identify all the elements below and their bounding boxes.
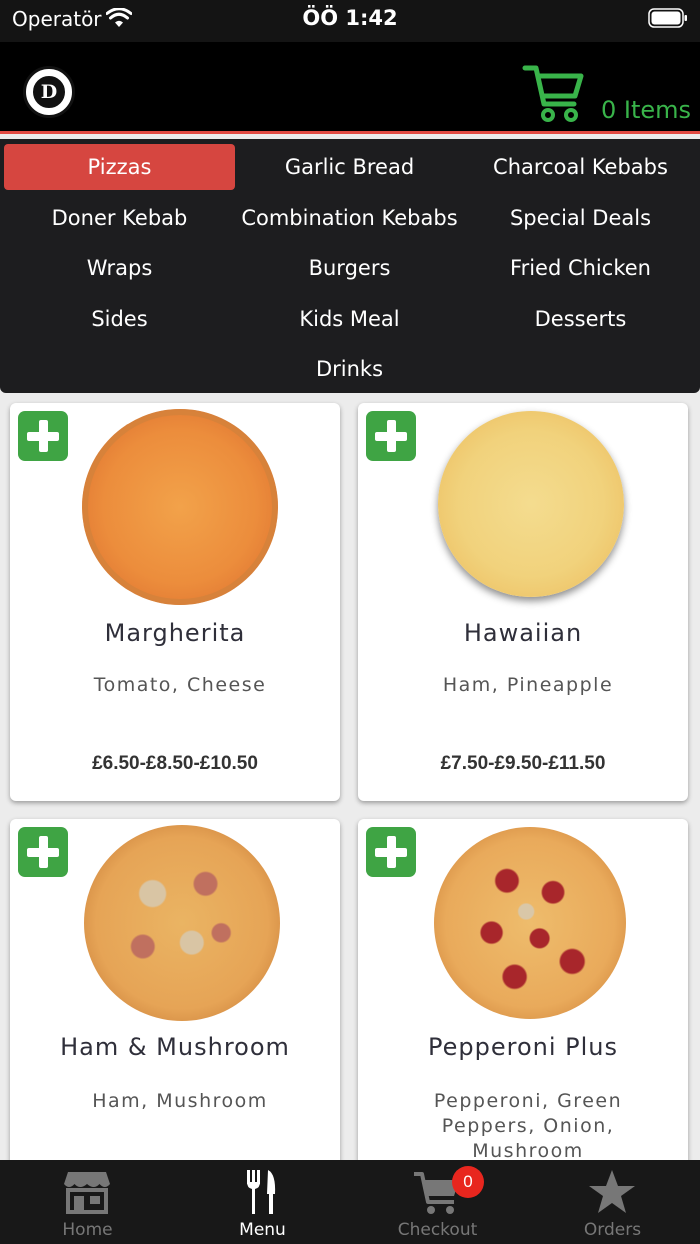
tab-label: Orders: [583, 1220, 642, 1240]
tab-menu[interactable]: Menu: [175, 1160, 350, 1244]
status-bar: Operatör ÖÖ 1:42: [0, 0, 700, 42]
product-name: Ham & Mushroom: [60, 1033, 290, 1061]
bottom-tab-bar: Home Menu Checkout Orders: [0, 1160, 700, 1244]
product-price: £6.50-£8.50-£10.50: [92, 753, 258, 774]
category-sides[interactable]: Sides: [4, 296, 235, 342]
product-description: Ham, Pineapple: [442, 674, 614, 696]
tab-label: Home: [62, 1220, 113, 1240]
product-card-hawaiian[interactable]: Hawaiian Ham, Pineapple £7.50-£9.50-£11.…: [358, 403, 688, 801]
battery-icon: [648, 8, 687, 28]
product-card-pepperoni-plus[interactable]: Pepperoni Plus Pepperoni, Green Peppers,…: [358, 819, 688, 1179]
pizza-image-hawaiian: [438, 411, 624, 597]
tab-orders[interactable]: Orders: [525, 1160, 700, 1244]
category-wraps[interactable]: Wraps: [4, 245, 235, 291]
add-to-cart-button[interactable]: [18, 411, 68, 461]
add-to-cart-button[interactable]: [18, 827, 68, 877]
add-to-cart-button[interactable]: [366, 827, 416, 877]
category-charcoal-kebabs[interactable]: Charcoal Kebabs: [465, 144, 696, 190]
star-icon: [589, 1170, 635, 1213]
category-menu: Pizzas Garlic Bread Charcoal Kebabs Done…: [0, 139, 700, 393]
pizza-image-pepperoni-plus: [434, 827, 626, 1019]
product-description: Pepperoni, Green Peppers, Onion, Mushroo…: [433, 1090, 623, 1162]
category-desserts[interactable]: Desserts: [465, 296, 696, 342]
logo-letter: D: [31, 74, 67, 110]
tab-label: Menu: [239, 1220, 286, 1240]
product-name: Pepperoni Plus: [427, 1033, 618, 1061]
restaurant-logo: D: [23, 66, 75, 118]
product-name: Hawaiian: [463, 619, 583, 647]
tab-home[interactable]: Home: [0, 1160, 175, 1244]
product-card-margherita[interactable]: Margherita Tomato, Cheese £6.50-£8.50-£1…: [10, 403, 340, 801]
tab-label: Checkout: [397, 1220, 478, 1240]
category-special-deals[interactable]: Special Deals: [465, 195, 696, 241]
cart-button[interactable]: 0 Items: [522, 60, 692, 126]
category-fried-chicken[interactable]: Fried Chicken: [465, 245, 696, 291]
category-combination-kebabs[interactable]: Combination Kebabs: [234, 195, 465, 241]
category-burgers[interactable]: Burgers: [234, 245, 465, 291]
product-card-ham-mushroom[interactable]: Ham & Mushroom Ham, Mushroom: [10, 819, 340, 1179]
cart-item-count: 0 Items: [601, 96, 692, 124]
category-pizzas[interactable]: Pizzas: [4, 144, 235, 190]
tab-checkout[interactable]: Checkout: [350, 1160, 525, 1244]
pizza-image-ham-mushroom: [84, 825, 280, 1021]
product-price: £7.50-£9.50-£11.50: [440, 753, 606, 774]
store-icon: [64, 1172, 110, 1214]
clock: ÖÖ 1:42: [302, 6, 398, 30]
pizza-image-margherita: [82, 409, 278, 605]
shopping-cart-icon: [522, 65, 584, 122]
category-garlic-bread[interactable]: Garlic Bread: [234, 144, 465, 190]
category-kids-meal[interactable]: Kids Meal: [234, 296, 465, 342]
add-to-cart-button[interactable]: [366, 411, 416, 461]
product-description: Ham, Mushroom: [92, 1090, 268, 1112]
product-name: Margherita: [104, 619, 246, 647]
product-description: Tomato, Cheese: [93, 674, 267, 696]
fork-knife-icon: [247, 1170, 276, 1214]
checkout-badge: 0: [452, 1166, 484, 1198]
category-doner-kebab[interactable]: Doner Kebab: [4, 195, 235, 241]
category-drinks[interactable]: Drinks: [234, 346, 465, 392]
app-header: D 0 Items: [0, 42, 700, 134]
